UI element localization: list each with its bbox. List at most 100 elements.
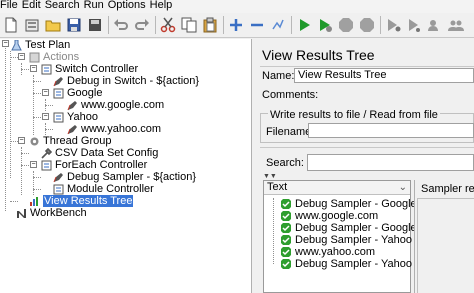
- tree-node-label: Test Plan: [25, 39, 71, 51]
- tree-connector: [33, 93, 41, 94]
- panel-divider: [260, 147, 474, 148]
- tree-node-foreach-controller[interactable]: ForEach Controller: [41, 159, 147, 171]
- remote-start-icon[interactable]: [384, 16, 402, 34]
- tree-node-thread-group[interactable]: Thread Group: [29, 135, 111, 147]
- tree-connector: [21, 147, 22, 195]
- tree-node-label: WorkBench: [30, 207, 87, 219]
- toggle-icon[interactable]: [269, 16, 287, 34]
- sampler-pencil-icon: [67, 124, 78, 135]
- menu-edit[interactable]: Edit: [21, 0, 44, 11]
- menu-options[interactable]: Options: [107, 0, 149, 11]
- collapse-handle[interactable]: −: [30, 65, 37, 72]
- collapse-handle[interactable]: −: [30, 161, 37, 168]
- results-list[interactable]: Text ⌄ Debug Sampler - Google www.google…: [263, 180, 417, 293]
- tree-node-test-plan[interactable]: Test Plan: [11, 39, 70, 51]
- tree-node-actions[interactable]: Actions: [29, 51, 79, 63]
- tree-node-debug-in-switch[interactable]: Debug in Switch - ${action}: [53, 75, 199, 87]
- tree-node-view-results-tree[interactable]: View Results Tree: [29, 195, 134, 207]
- clear-all-icon[interactable]: [447, 16, 465, 34]
- sampler-result-tab[interactable]: Sampler resu: [421, 183, 474, 195]
- comments-field[interactable]: [320, 87, 474, 102]
- result-label: Debug Sampler - Yahoo: [295, 234, 412, 246]
- copy-icon[interactable]: [180, 16, 198, 34]
- toolbar-separator: [155, 16, 156, 34]
- tree-node-label: Google: [67, 87, 103, 99]
- tree-node-debug-sampler[interactable]: Debug Sampler - ${action}: [53, 171, 196, 183]
- tree-connector: [273, 198, 274, 264]
- tree-node-csv-data-set[interactable]: CSV Data Set Config: [41, 147, 158, 159]
- stop-icon[interactable]: [337, 16, 355, 34]
- tree-node-label: View Results Tree: [43, 195, 134, 207]
- collapse-handle[interactable]: −: [18, 137, 25, 144]
- text-column-header[interactable]: Text ⌄: [264, 181, 410, 195]
- remote-start-all-icon[interactable]: [405, 16, 423, 34]
- tree-node-yahoo-url[interactable]: www.yahoo.com: [67, 123, 161, 135]
- controller-icon: [41, 64, 52, 75]
- test-plan-tree[interactable]: − − − − − − − Test Plan Actions Switch C…: [0, 39, 252, 293]
- result-label: Debug Sampler - Google: [295, 198, 417, 210]
- result-row[interactable]: www.google.com: [281, 210, 378, 222]
- start-icon[interactable]: [295, 16, 313, 34]
- sampler-result-panel: Sampler resu: [414, 180, 474, 293]
- result-label: www.yahoo.com: [295, 246, 376, 258]
- name-field[interactable]: View Results Tree: [294, 68, 474, 83]
- paste-icon[interactable]: [201, 16, 219, 34]
- tree-node-yahoo[interactable]: Yahoo: [53, 111, 98, 123]
- result-row[interactable]: Debug Sampler - Yahoo: [281, 234, 412, 246]
- result-row[interactable]: Debug Sampler - Google: [281, 222, 417, 234]
- shutdown-icon[interactable]: [358, 16, 376, 34]
- tree-connector: [33, 117, 41, 118]
- toolbar-separator: [223, 16, 224, 34]
- result-row[interactable]: Debug Sampler - Google: [281, 198, 417, 210]
- toolbar-separator: [291, 16, 292, 34]
- text-column-label: Text: [267, 181, 288, 193]
- new-icon[interactable]: [2, 16, 20, 34]
- tree-node-label: Debug Sampler - ${action}: [67, 171, 197, 183]
- tree-node-google[interactable]: Google: [53, 87, 102, 99]
- menu-run[interactable]: Run: [83, 0, 107, 11]
- column-menu-icon[interactable]: ⌄: [399, 181, 407, 194]
- result-row[interactable]: www.yahoo.com: [281, 246, 375, 258]
- tree-node-label: CSV Data Set Config: [55, 147, 159, 159]
- save-selection-icon[interactable]: [86, 16, 104, 34]
- save-icon[interactable]: [65, 16, 83, 34]
- result-label: www.google.com: [295, 210, 379, 222]
- collapse-handle[interactable]: −: [18, 53, 25, 60]
- tree-connector: [21, 69, 29, 70]
- clear-icon[interactable]: [426, 16, 444, 34]
- collapse-handle[interactable]: −: [2, 40, 9, 47]
- tree-node-workbench[interactable]: WorkBench: [16, 207, 87, 219]
- templates-icon[interactable]: [23, 16, 41, 34]
- panel-title: View Results Tree: [262, 47, 375, 63]
- expand-icon[interactable]: [227, 16, 245, 34]
- tree-node-switch-controller[interactable]: Switch Controller: [41, 63, 138, 75]
- tree-connector: [45, 105, 53, 106]
- cut-icon[interactable]: [159, 16, 177, 34]
- controller-icon: [41, 160, 52, 171]
- redo-icon[interactable]: [133, 16, 151, 34]
- tree-connector: [21, 165, 29, 166]
- dropdown-arrows[interactable]: ▼▼: [263, 173, 277, 180]
- collapse-handle[interactable]: −: [42, 113, 49, 120]
- result-row[interactable]: Debug Sampler - Yahoo: [281, 258, 412, 270]
- toolbar-separator: [380, 16, 381, 34]
- filename-field[interactable]: [308, 123, 474, 138]
- wrench-icon: [41, 147, 52, 159]
- start-no-pause-icon[interactable]: [316, 16, 334, 34]
- menu-file[interactable]: File: [0, 0, 21, 11]
- search-input[interactable]: [307, 154, 474, 171]
- success-check-icon: [281, 259, 291, 269]
- open-icon[interactable]: [44, 16, 62, 34]
- menu-help[interactable]: Help: [149, 0, 176, 11]
- tree-node-google-url[interactable]: www.google.com: [67, 99, 164, 111]
- collapse-handle[interactable]: −: [42, 89, 49, 96]
- collapse-icon[interactable]: [248, 16, 266, 34]
- menu-search[interactable]: Search: [44, 0, 83, 11]
- flask-icon: [11, 39, 22, 51]
- listener-chart-icon: [29, 196, 40, 207]
- tree-node-module-controller[interactable]: Module Controller: [53, 183, 154, 195]
- undo-icon[interactable]: [112, 16, 130, 34]
- tree-node-label: Module Controller: [67, 183, 154, 195]
- tree-node-label: Debug in Switch - ${action}: [67, 75, 200, 87]
- tree-node-label: Actions: [43, 51, 80, 63]
